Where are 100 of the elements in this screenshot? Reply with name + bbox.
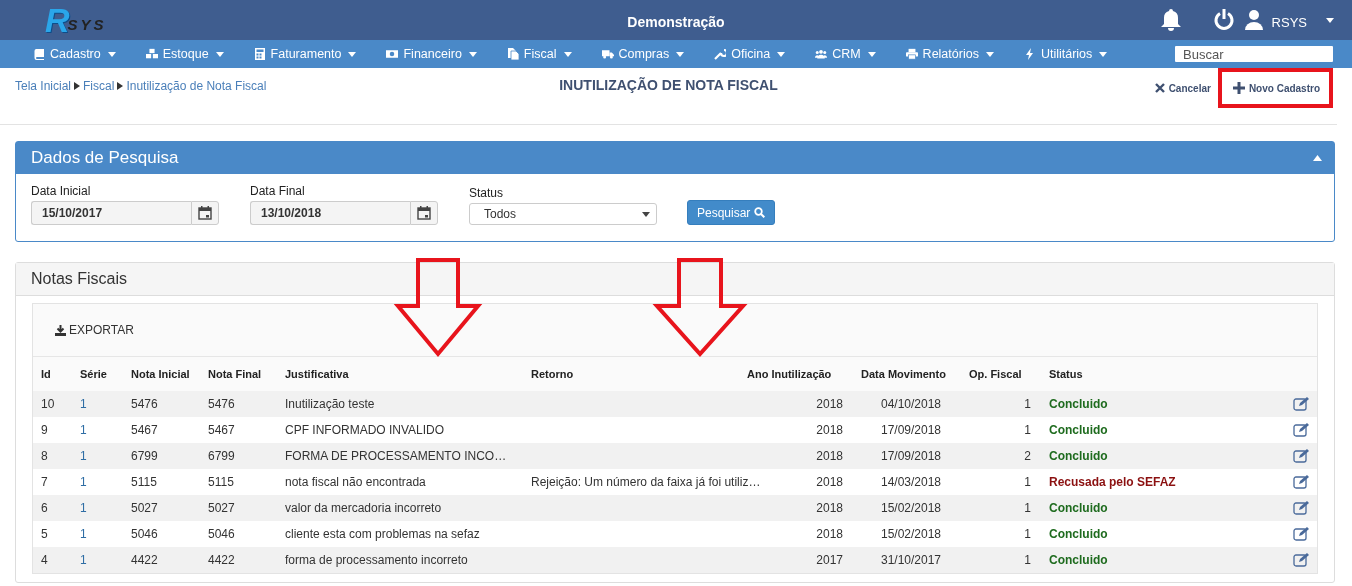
nav-menu-item[interactable]: CRM (815, 47, 876, 61)
cancel-button[interactable]: Cancelar (1154, 82, 1211, 94)
status-text: Recusada pelo SEFAZ (1049, 475, 1176, 489)
search-button[interactable]: Pesquisar (687, 200, 776, 225)
table-cell: 2 (1024, 449, 1031, 463)
truck-icon (601, 48, 614, 60)
table-cell: CPF INFORMADO INVALIDO (285, 423, 445, 437)
edit-icon[interactable] (1293, 423, 1309, 437)
date-field[interactable]: 13/10/2018 (250, 201, 410, 225)
caret-icon (777, 51, 786, 57)
collapse-icon[interactable] (1313, 155, 1322, 161)
table-cell: 5467 (208, 423, 235, 437)
table-cell: 1 (80, 475, 87, 489)
nav-menu-item[interactable]: Oficina (714, 47, 786, 61)
table-cell: 5115 (208, 475, 234, 489)
page-title: INUTILIZAÇÃO DE NOTA FISCAL (559, 77, 778, 93)
panel-title: Notas Fiscais (31, 270, 128, 288)
nav-menu-item[interactable]: Cadastro (33, 47, 116, 61)
status-text: Concluido (1049, 423, 1108, 437)
field-label: Data Final (250, 184, 306, 198)
table-cell: 1 (1024, 423, 1031, 437)
edit-icon[interactable] (1293, 553, 1309, 567)
search-icon (754, 207, 766, 218)
table-cell: 1 (80, 397, 87, 411)
table-cell: valor da mercadoria incorreto (285, 501, 442, 515)
status-text: Concluido (1049, 501, 1108, 515)
printer-icon (905, 48, 918, 60)
edit-icon[interactable] (1293, 397, 1309, 411)
export-button[interactable]: EXPORTAR (55, 323, 134, 337)
table-cell: 2018 (816, 397, 843, 411)
edit-icon[interactable] (1293, 527, 1309, 541)
table-cell: 1 (80, 423, 87, 437)
nav-menu-item[interactable]: Fiscal (506, 47, 572, 61)
table-cell: 14/03/2018 (880, 475, 942, 489)
table-cell: 6799 (208, 449, 235, 463)
calendar-icon (198, 206, 212, 220)
logo: RSYS (45, 5, 107, 35)
column-header: Ano Inutilização (747, 368, 832, 380)
table-cell: 5467 (131, 423, 158, 437)
edit-icon[interactable] (1293, 501, 1309, 515)
table-cell: 6 (41, 501, 48, 515)
files-icon (506, 48, 519, 60)
table-cell: 2017 (816, 553, 843, 567)
table-cell: 31/10/2017 (880, 553, 942, 567)
table-cell: 5476 (208, 397, 235, 411)
breadcrumb-link[interactable]: Tela Inicial (15, 79, 72, 93)
status-dropdown[interactable]: Todos (469, 203, 657, 225)
edit-icon[interactable] (1293, 475, 1309, 489)
column-header: Status (1049, 368, 1083, 380)
breadcrumb-link[interactable]: Fiscal (83, 79, 115, 93)
table-cell: 1 (1024, 397, 1031, 411)
column-header: Retorno (531, 368, 574, 380)
breadcrumb-link[interactable]: Inutilização de Nota Fiscal (126, 79, 267, 93)
column-header: Série (80, 368, 107, 380)
table-cell: 2018 (816, 449, 843, 463)
banknote-icon (386, 48, 399, 60)
nav-menu-item[interactable]: Faturamento (253, 47, 357, 61)
table-cell: 2018 (816, 527, 843, 541)
power-icon[interactable] (1212, 9, 1235, 31)
calendar-button[interactable] (410, 201, 438, 225)
calendar-icon (417, 206, 431, 220)
caret-icon (1326, 17, 1334, 23)
table-cell: 10 (41, 397, 55, 411)
user-icon[interactable] (1244, 10, 1263, 30)
caret-icon (1099, 51, 1108, 57)
table-cell: 5 (41, 527, 48, 541)
table-cell: 5027 (208, 501, 235, 515)
search-field[interactable]: Buscar (1175, 46, 1333, 62)
table-cell: 1 (1024, 475, 1031, 489)
table-cell: 17/09/2018 (880, 449, 942, 463)
caret-icon (215, 51, 224, 57)
table-cell: 1 (1024, 527, 1031, 541)
nav-menu-item[interactable]: Estoque (145, 47, 224, 61)
table-cell: 5046 (131, 527, 158, 541)
column-header: Nota Final (208, 368, 262, 380)
table-cell: cliente esta com problemas na sefaz (285, 527, 480, 541)
nav-menu-item[interactable]: Financeiro (386, 47, 477, 61)
table-cell: 8 (41, 449, 48, 463)
table-cell: 2018 (816, 475, 843, 489)
download-icon (55, 324, 66, 336)
table-cell: forma de processamento incorreto (285, 553, 468, 567)
field-label: Data Inicial (31, 184, 92, 198)
caret-icon (676, 51, 685, 57)
new-record-button[interactable]: Novo Cadastro (1232, 82, 1320, 94)
table-cell: Inutilização teste (285, 397, 375, 411)
caret-icon (642, 211, 650, 217)
date-field[interactable]: 15/10/2017 (31, 201, 191, 225)
edit-icon[interactable] (1293, 449, 1309, 463)
plus-icon (1232, 82, 1245, 94)
nav-menu-item[interactable]: Compras (601, 47, 685, 61)
calendar-button[interactable] (191, 201, 219, 225)
table-cell: 4422 (208, 553, 235, 567)
nav-menu-item[interactable]: Relatórios (905, 47, 994, 61)
caret-icon (563, 51, 572, 57)
user-name[interactable]: RSYS (1271, 14, 1307, 30)
table-cell: 15/02/2018 (880, 501, 942, 515)
nav-menu-item[interactable]: Utilitários (1023, 47, 1108, 61)
table-cell: 7 (41, 475, 48, 489)
table-cell: 1 (80, 527, 87, 541)
table-cell: 1 (80, 449, 87, 463)
